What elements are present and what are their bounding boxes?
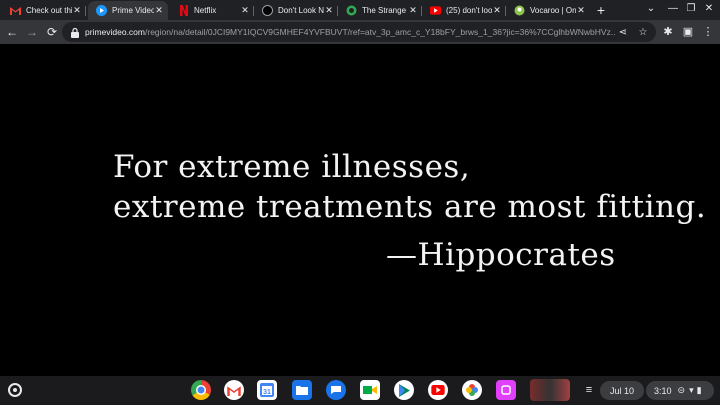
- chevron-down-icon[interactable]: ⌄: [644, 3, 658, 14]
- close-icon[interactable]: ✕: [576, 5, 586, 16]
- address-bar[interactable]: primevideo.com/region/na/detail/0JCI9MY1…: [62, 22, 656, 42]
- youtube-icon: [430, 5, 441, 16]
- dont-look-icon: [262, 5, 273, 16]
- lock-icon: [71, 27, 79, 38]
- minimize-icon[interactable]: —: [666, 3, 680, 14]
- side-panel-icon[interactable]: ▣: [680, 24, 696, 40]
- close-icon[interactable]: ✕: [72, 5, 82, 16]
- tab-strange[interactable]: The Strange T ✕: [338, 1, 422, 20]
- app-icon[interactable]: [496, 380, 516, 400]
- close-icon[interactable]: ✕: [240, 5, 250, 16]
- tab-title: The Strange T: [362, 6, 408, 15]
- date-pill[interactable]: Jul 10: [600, 381, 644, 400]
- subtitle-line-1: For extreme illnesses,: [113, 149, 471, 185]
- wifi-icon: ▾: [689, 385, 694, 395]
- prime-video-icon: [96, 5, 107, 16]
- tab-dont-look[interactable]: Don't Look N ✕: [254, 1, 338, 20]
- gmail-icon[interactable]: [224, 380, 244, 400]
- globe-icon: [346, 5, 357, 16]
- forward-button[interactable]: →: [24, 24, 40, 40]
- tab-title: Prime Video:: [112, 6, 154, 15]
- game-thumbnail-icon[interactable]: [530, 379, 570, 401]
- extensions-icon[interactable]: ✱: [660, 24, 676, 40]
- browser-toolbar: ← → ⟳ primevideo.com/region/na/detail/0J…: [0, 20, 720, 44]
- new-tab-button[interactable]: +: [594, 3, 608, 17]
- system-shelf: 31 ≡ Jul 10 3:10 ⊝ ▾ ▮: [0, 376, 720, 405]
- tab-title: Check out this: [26, 6, 72, 15]
- clock-text: 3:10: [654, 385, 672, 396]
- tab-strip: Check out this ✕ Prime Video: ✕ Netflix …: [0, 0, 720, 20]
- dnd-icon: ⊝: [677, 385, 686, 395]
- bookmark-star-icon[interactable]: ☆: [636, 27, 650, 38]
- launcher-icon[interactable]: [8, 383, 22, 397]
- url-text[interactable]: primevideo.com/region/na/detail/0JCI9MY1…: [85, 27, 616, 37]
- tab-vocaroo[interactable]: Vocaroo | Onl ✕: [506, 1, 590, 20]
- tab-title: Vocaroo | Onl: [530, 6, 576, 15]
- notes-icon[interactable]: ≡: [579, 380, 599, 400]
- gmail-icon: [10, 5, 21, 16]
- close-window-icon[interactable]: ✕: [702, 3, 716, 14]
- messages-icon[interactable]: [326, 380, 346, 400]
- meet-icon[interactable]: [360, 380, 380, 400]
- status-tray[interactable]: 3:10 ⊝ ▾ ▮: [646, 381, 714, 400]
- netflix-icon: [178, 5, 189, 16]
- video-player[interactable]: For extreme illnesses, extreme treatment…: [0, 44, 720, 376]
- url-path: /region/na/detail/0JCI9MY1IQCV9GMHEF4YVF…: [145, 27, 616, 37]
- close-icon[interactable]: ✕: [324, 5, 334, 16]
- vocaroo-icon: [514, 5, 525, 16]
- tab-title: (25) don't loo: [446, 6, 492, 15]
- tab-gmail[interactable]: Check out this ✕: [2, 1, 86, 20]
- tab-title: Netflix: [194, 6, 217, 15]
- tab-netflix[interactable]: Netflix ✕: [170, 1, 254, 20]
- files-icon[interactable]: [292, 380, 312, 400]
- play-store-icon[interactable]: [394, 380, 414, 400]
- restore-icon[interactable]: ❐: [684, 3, 698, 14]
- svg-text:31: 31: [263, 389, 271, 396]
- photos-icon[interactable]: [462, 380, 482, 400]
- youtube-icon[interactable]: [428, 380, 448, 400]
- close-icon[interactable]: ✕: [408, 5, 418, 16]
- close-icon[interactable]: ✕: [154, 5, 164, 16]
- battery-icon: ▮: [696, 385, 702, 395]
- tab-youtube[interactable]: (25) don't loo ✕: [422, 1, 506, 20]
- calendar-icon[interactable]: 31: [257, 380, 277, 400]
- reload-button[interactable]: ⟳: [44, 24, 60, 40]
- chrome-icon[interactable]: [191, 380, 211, 400]
- subtitle-line-2: extreme treatments are most fitting.: [113, 189, 707, 225]
- subtitle-attribution: —Hippocrates: [386, 237, 616, 273]
- tab-title: Don't Look N: [278, 6, 324, 15]
- tab-prime-video[interactable]: Prime Video: ✕: [88, 1, 168, 20]
- close-icon[interactable]: ✕: [492, 5, 502, 16]
- share-icon[interactable]: ⋖: [616, 27, 630, 38]
- more-menu-icon[interactable]: ⋮: [700, 24, 716, 40]
- url-host: primevideo.com: [85, 27, 145, 37]
- back-button[interactable]: ←: [4, 24, 20, 40]
